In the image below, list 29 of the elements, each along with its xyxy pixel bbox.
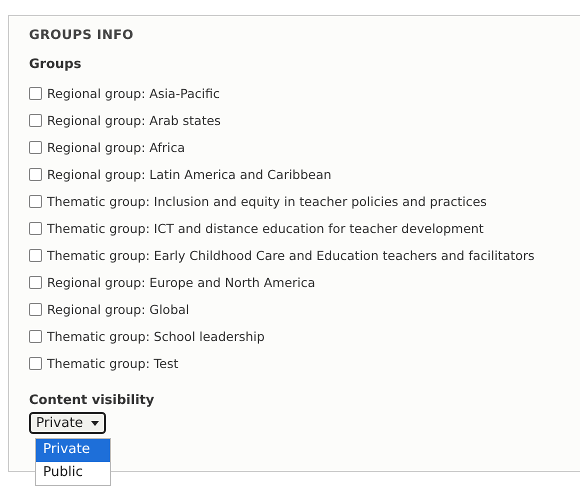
checkbox-label[interactable]: Thematic group: Inclusion and equity in teacher policies and practices: [47, 194, 487, 209]
checkbox[interactable]: [29, 276, 42, 289]
dropdown-option[interactable]: Private: [36, 439, 110, 462]
checkbox[interactable]: [29, 141, 42, 154]
checkbox[interactable]: [29, 114, 42, 127]
checkbox-label[interactable]: Regional group: Europe and North America: [47, 275, 316, 290]
caret-icon: [91, 420, 100, 426]
groups-label: Groups: [29, 57, 82, 72]
checkbox-label[interactable]: Thematic group: Test: [47, 356, 178, 371]
checkbox[interactable]: [29, 357, 42, 370]
visibility-label: Content visibility: [29, 393, 156, 408]
section-title: GROUPS INFO: [29, 28, 135, 43]
checkbox-label[interactable]: Regional group: Africa: [47, 140, 186, 155]
checkbox[interactable]: [29, 249, 42, 262]
checkbox[interactable]: [29, 222, 42, 235]
checkbox-label[interactable]: Regional group: Arab states: [47, 113, 221, 128]
checkbox[interactable]: [29, 195, 42, 208]
visibility-select[interactable]: Private: [29, 412, 106, 434]
checkbox-label[interactable]: Regional group: Asia-Pacific: [47, 86, 220, 101]
checkbox-label[interactable]: Regional group: Latin America and Caribbean: [47, 167, 332, 182]
checkbox-label[interactable]: Thematic group: ICT and distance education for teacher development: [47, 221, 484, 236]
checkbox[interactable]: [29, 330, 42, 343]
checkbox[interactable]: [29, 87, 42, 100]
checkbox-label[interactable]: Thematic group: School leadership: [47, 329, 265, 344]
checkbox[interactable]: [29, 303, 42, 316]
checkbox-label[interactable]: Regional group: Global: [47, 302, 190, 317]
checkbox[interactable]: [29, 168, 42, 181]
checkbox-label[interactable]: Thematic group: Early Childhood Care and Education teachers and facilitators: [47, 248, 535, 263]
dropdown-option[interactable]: Public: [36, 462, 110, 485]
